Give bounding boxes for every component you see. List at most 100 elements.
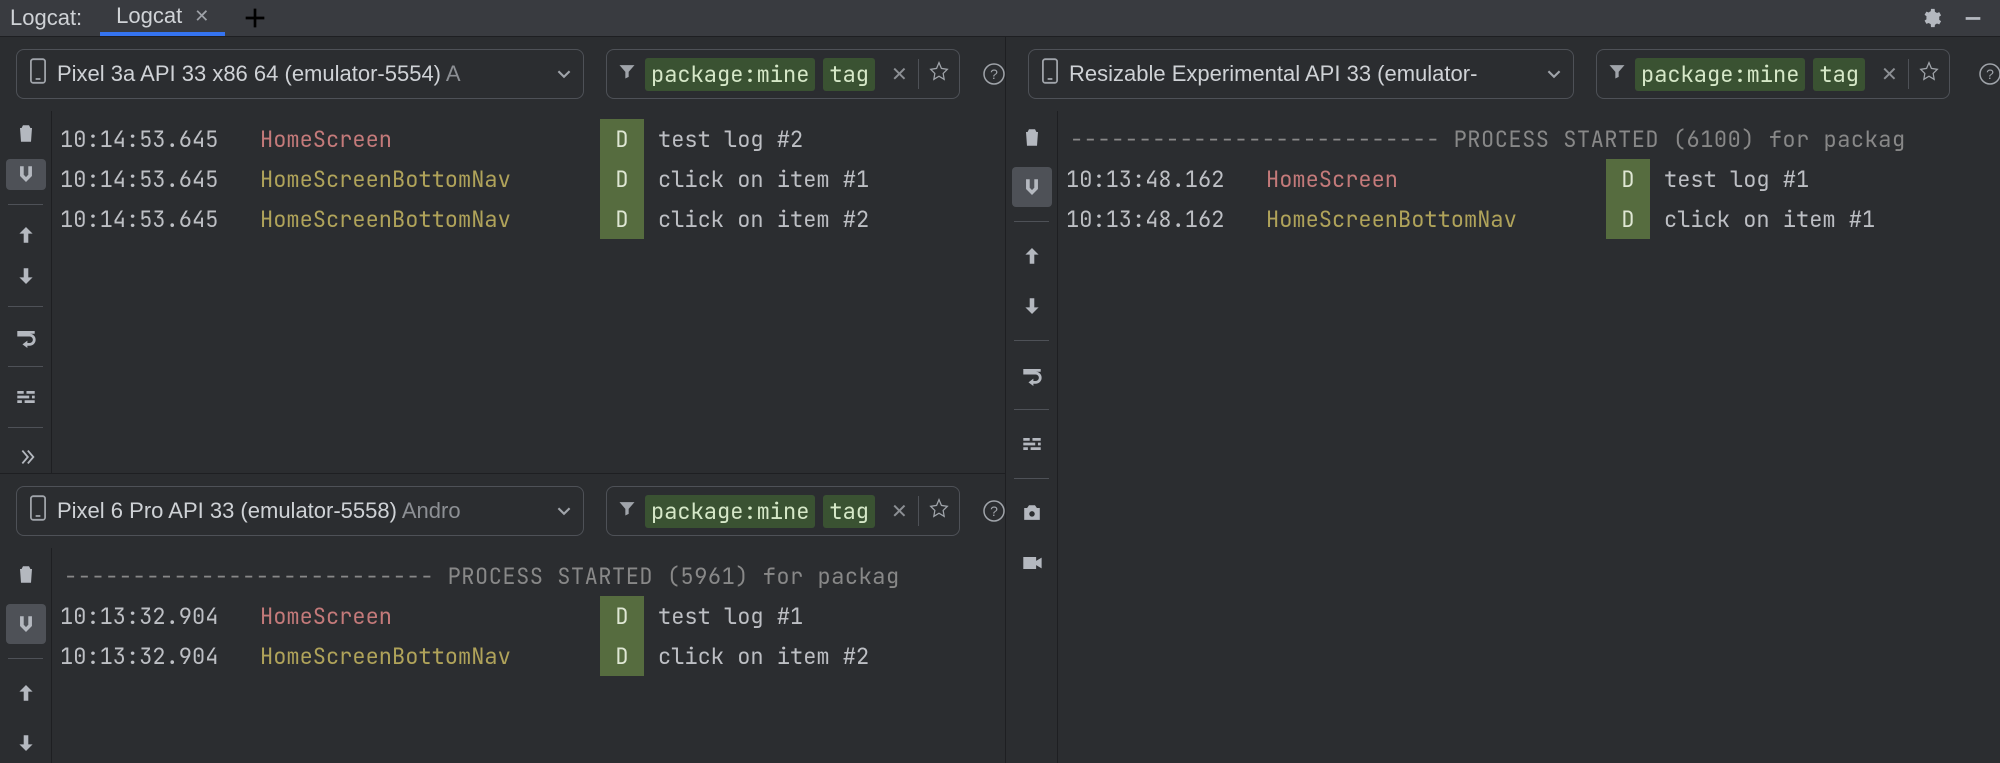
svg-text:?: ? [990,66,998,82]
video-icon[interactable] [1012,543,1052,583]
log-source: HomeScreen [260,602,600,631]
gear-icon[interactable] [1914,1,1948,35]
device-selector[interactable]: Pixel 3a API 33 x86 64 (emulator-5554) A [16,49,584,99]
help-icon[interactable]: ? [1972,56,2000,92]
filter-icon [1607,61,1627,87]
log-timestamp: 10:13:32.904 [60,642,260,671]
filter-icon [617,61,637,87]
filter-token: tag [823,58,875,91]
log-source: HomeScreenBottomNav [1266,205,1606,234]
log-level-badge: D [1606,199,1650,239]
trash-icon[interactable] [6,554,46,594]
clear-filter-icon[interactable]: ✕ [1881,62,1898,87]
star-icon[interactable] [929,498,949,524]
log-output[interactable]: --------------------------- PROCESS STAR… [1058,111,2000,763]
log-level-badge: D [600,596,644,636]
log-level-badge: D [600,636,644,676]
device-selector[interactable]: Pixel 6 Pro API 33 (emulator-5558) Andro [16,486,584,536]
arrow-up-icon[interactable] [6,673,46,713]
process-started-line: --------------------------- PROCESS STAR… [60,556,1005,596]
left-gutter [0,548,52,763]
log-message: test log #1 [658,602,803,631]
logcat-pane-right: Resizable Experimental API 33 (emulator-… [1006,37,2000,763]
log-line: 10:14:53.645HomeScreenBottomNavDclick on… [60,159,1005,199]
log-line: 10:14:53.645HomeScreenBottomNavDclick on… [60,199,1005,239]
left-gutter [1006,111,1058,763]
log-message: test log #1 [1664,165,1809,194]
camera-icon[interactable] [1012,493,1052,533]
log-message: click on item #1 [1664,205,1875,234]
add-tab-button[interactable] [239,2,271,34]
log-message: click on item #1 [658,165,869,194]
log-timestamp: 10:13:48.162 [1066,205,1266,234]
filter-token: package:mine [1635,58,1805,91]
wrap-icon[interactable] [6,321,46,353]
log-timestamp: 10:14:53.645 [60,125,260,154]
scroll-to-end-icon[interactable] [6,159,46,191]
trash-icon[interactable] [1012,117,1052,157]
wrap-icon[interactable] [1012,355,1052,395]
chevron-down-icon [557,61,571,87]
filter-icon [617,498,637,524]
tab-logcat[interactable]: Logcat ✕ [100,0,225,36]
chevron-down-icon [557,498,571,524]
star-icon[interactable] [929,61,949,87]
log-message: click on item #2 [658,205,869,234]
help-icon[interactable]: ? [982,56,1006,92]
svg-text:?: ? [1986,66,1994,82]
log-message: click on item #2 [658,642,869,671]
log-output[interactable]: 10:14:53.645HomeScreenDtest log #210:14:… [52,111,1005,473]
log-message: test log #2 [658,125,803,154]
device-icon [29,58,47,90]
help-icon[interactable]: ? [982,493,1006,529]
minimize-icon[interactable] [1956,1,1990,35]
scroll-to-end-icon[interactable] [1012,167,1052,207]
panel-title: Logcat: [10,5,82,31]
settings-sliders-icon[interactable] [6,381,46,413]
filter-input[interactable]: package:mine tag ✕ [606,49,960,99]
log-line: 10:13:32.904HomeScreenBottomNavDclick on… [60,636,1005,676]
star-icon[interactable] [1919,61,1939,87]
chevron-down-icon [1547,61,1561,87]
log-level-badge: D [600,159,644,199]
log-output[interactable]: --------------------------- PROCESS STAR… [52,548,1005,763]
log-source: HomeScreenBottomNav [260,205,600,234]
log-line: 10:13:48.162HomeScreenDtest log #1 [1066,159,2000,199]
process-started-line: --------------------------- PROCESS STAR… [1066,119,2000,159]
tab-bar: Logcat: Logcat ✕ [0,0,2000,37]
arrow-down-icon[interactable] [1012,286,1052,326]
filter-token: package:mine [645,58,815,91]
log-line: 10:13:48.162HomeScreenBottomNavDclick on… [1066,199,2000,239]
device-label: Resizable Experimental API 33 (emulator- [1069,61,1539,87]
log-line: 10:14:53.645HomeScreenDtest log #2 [60,119,1005,159]
log-level-badge: D [600,199,644,239]
left-gutter [0,111,52,473]
filter-input[interactable]: package:mine tag ✕ [1596,49,1950,99]
logcat-pane-bottom-left: Pixel 6 Pro API 33 (emulator-5558) Andro… [0,473,1005,763]
clear-filter-icon[interactable]: ✕ [891,62,908,87]
arrow-up-icon[interactable] [6,219,46,251]
clear-filter-icon[interactable]: ✕ [891,499,908,524]
log-source: HomeScreenBottomNav [260,642,600,671]
settings-sliders-icon[interactable] [1012,424,1052,464]
arrow-up-icon[interactable] [1012,236,1052,276]
log-level-badge: D [1606,159,1650,199]
trash-icon[interactable] [6,117,46,149]
log-source: HomeScreenBottomNav [260,165,600,194]
log-level-badge: D [600,119,644,159]
filter-input[interactable]: package:mine tag ✕ [606,486,960,536]
log-source: HomeScreen [260,125,600,154]
device-icon [29,495,47,527]
logcat-pane-top-left: Pixel 3a API 33 x86 64 (emulator-5554) A… [0,37,1005,473]
log-source: HomeScreen [1266,165,1606,194]
arrow-down-icon[interactable] [6,723,46,763]
device-icon [1041,58,1059,90]
device-selector[interactable]: Resizable Experimental API 33 (emulator- [1028,49,1574,99]
log-timestamp: 10:13:48.162 [1066,165,1266,194]
log-line: 10:13:32.904HomeScreenDtest log #1 [60,596,1005,636]
close-icon[interactable]: ✕ [194,6,209,27]
device-label: Pixel 6 Pro API 33 (emulator-5558) Andro [57,498,549,524]
expand-icon[interactable] [6,441,46,473]
scroll-to-end-icon[interactable] [6,604,46,644]
arrow-down-icon[interactable] [6,260,46,292]
